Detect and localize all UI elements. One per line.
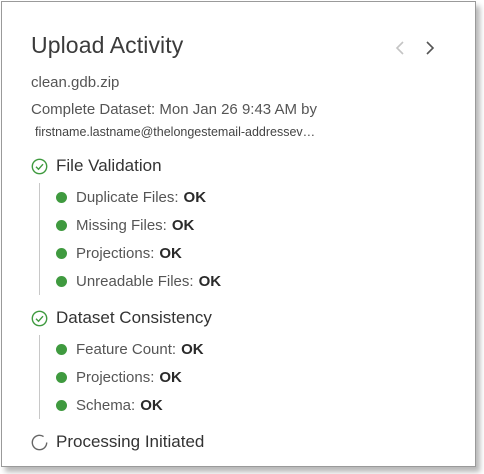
check-status: OK — [198, 272, 222, 290]
check-label: Missing Files: — [76, 216, 167, 234]
check-item: Duplicate Files: OK — [56, 183, 451, 211]
completed-info: Complete Dataset: Mon Jan 26 9:43 AM by — [31, 101, 317, 118]
check-item: Unreadable Files: OK — [56, 267, 451, 295]
check-item: Projections: OK — [56, 239, 451, 267]
check-circle-icon — [31, 158, 48, 174]
check-item: Missing Files: OK — [56, 211, 451, 239]
section-title: File Validation — [56, 156, 162, 175]
section-title: Processing Initiated — [56, 432, 205, 451]
section-dataset-consistency: Dataset Consistency Feature Count: OK Pr… — [31, 307, 451, 419]
check-label: Projections: — [76, 244, 155, 262]
section-header: File Validation — [31, 155, 451, 177]
check-status: OK — [183, 188, 207, 206]
spinner-icon — [31, 434, 48, 450]
check-item: Projections: OK — [56, 363, 451, 391]
status-dot-icon — [56, 247, 67, 259]
check-item: Schema: OK — [56, 391, 451, 419]
check-circle-icon — [31, 310, 48, 326]
status-dot-icon — [56, 275, 67, 287]
section-title: Dataset Consistency — [56, 308, 212, 327]
check-label: Feature Count: — [76, 340, 177, 358]
file-name: clean.gdb.zip — [31, 74, 120, 91]
chevron-left-icon — [395, 41, 404, 55]
status-dot-icon — [56, 371, 67, 383]
user-email: firstname.lastname@thelongestemail-addre… — [35, 125, 316, 139]
section-header: Processing Initiated — [31, 431, 451, 453]
panel-title: Upload Activity — [31, 32, 184, 58]
chevron-right-icon — [426, 41, 435, 55]
section-header: Dataset Consistency — [31, 307, 451, 329]
check-status: OK — [159, 244, 182, 262]
check-label: Schema: — [76, 396, 136, 414]
check-item: Feature Count: OK — [56, 335, 451, 363]
check-status: OK — [171, 216, 195, 234]
check-label: Duplicate Files: — [76, 188, 179, 206]
check-list: Feature Count: OK Projections: OK Schema… — [39, 335, 451, 419]
upload-activity-panel: Upload Activity clean.gdb.zip Complete D… — [1, 1, 476, 467]
next-button[interactable] — [421, 38, 439, 58]
section-file-validation: File Validation Duplicate Files: OK Miss… — [31, 155, 451, 295]
check-list: Duplicate Files: OK Missing Files: OK Pr… — [39, 183, 451, 295]
check-status: OK — [159, 368, 182, 386]
status-dot-icon — [56, 343, 67, 355]
status-dot-icon — [56, 191, 67, 203]
check-status: OK — [140, 396, 163, 414]
status-dot-icon — [56, 219, 67, 231]
check-label: Projections: — [76, 368, 155, 386]
status-dot-icon — [56, 399, 67, 411]
check-label: Unreadable Files: — [76, 272, 194, 290]
check-status: OK — [181, 340, 204, 358]
previous-button[interactable] — [391, 38, 409, 58]
section-processing-initiated: Processing Initiated — [31, 431, 451, 453]
